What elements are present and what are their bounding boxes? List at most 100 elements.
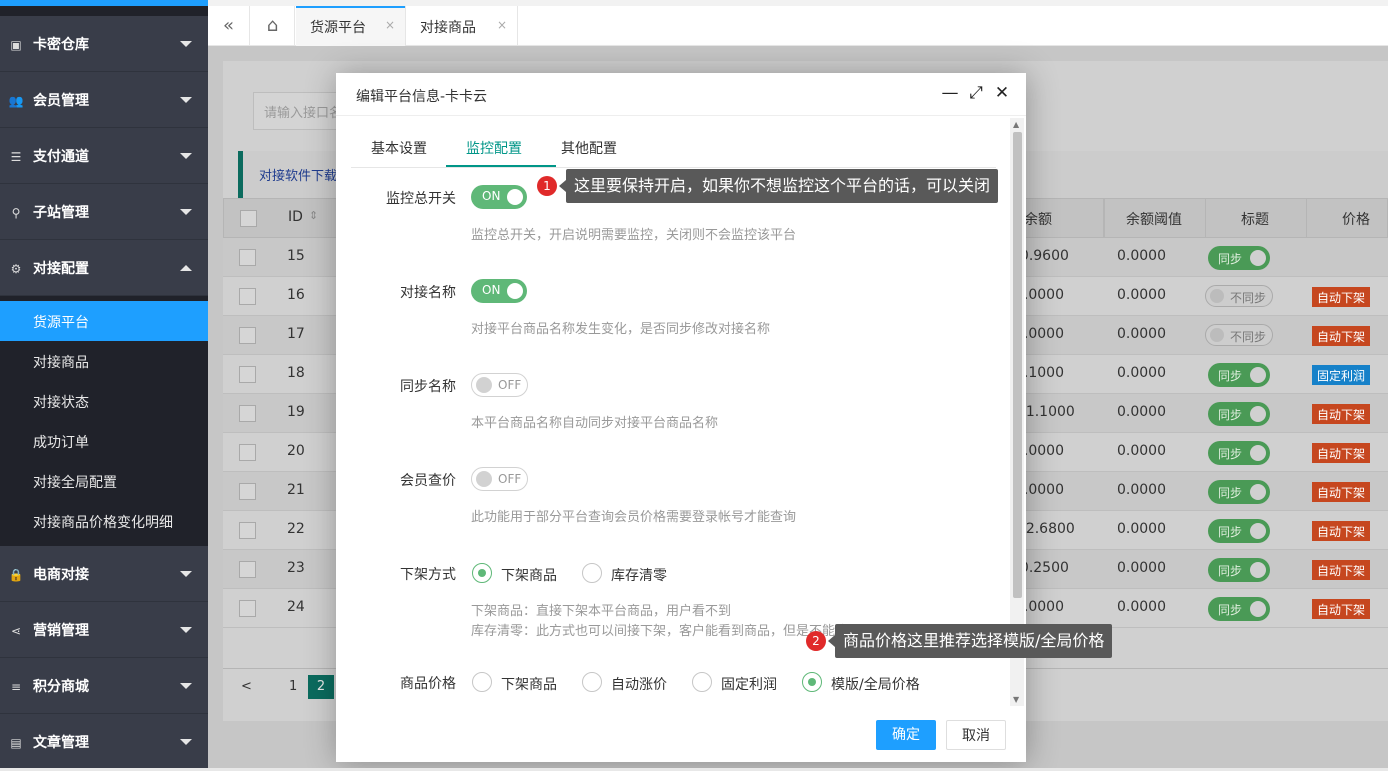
- select-all-checkbox[interactable]: [240, 210, 257, 227]
- radio-label[interactable]: 下架商品: [501, 674, 557, 694]
- toggle-label: 不同步: [1230, 330, 1267, 344]
- collapse-sidebar-button[interactable]: «: [208, 6, 250, 46]
- cell-id: 22: [287, 521, 305, 537]
- annotation-tooltip-1: 这里要保持开启，如果你不想监控这个平台的话，可以关闭: [558, 169, 999, 203]
- page-number-current[interactable]: 2: [308, 675, 334, 699]
- sidebar-group-card-warehouse[interactable]: ▣ 卡密仓库: [0, 16, 208, 72]
- cell-id: 23: [287, 560, 305, 576]
- radio-label[interactable]: 下架商品: [501, 565, 557, 585]
- sync-name-toggle[interactable]: OFF: [471, 373, 528, 397]
- tab-label: 货源平台: [310, 20, 366, 36]
- title-sync-toggle[interactable]: 同步: [1208, 441, 1270, 465]
- title-sync-toggle[interactable]: 同步: [1208, 519, 1270, 543]
- row-checkbox[interactable]: [239, 522, 256, 539]
- title-sync-toggle[interactable]: 同步: [1208, 558, 1270, 582]
- scroll-down-icon[interactable]: ▼: [1013, 695, 1019, 704]
- delist-mode-help: 下架商品：直接下架本平台商品，用户看不到: [471, 604, 732, 619]
- tab-docking-goods[interactable]: 对接商品 ×: [406, 6, 518, 46]
- row-checkbox[interactable]: [239, 249, 256, 266]
- sort-icon[interactable]: ⇕: [309, 209, 318, 222]
- tab-monitor-config[interactable]: 监控配置: [466, 138, 522, 158]
- row-checkbox[interactable]: [239, 288, 256, 305]
- dialog-header: 编辑平台信息-卡卡云 — ⤢ ✕: [336, 73, 1026, 116]
- tab-basic-settings[interactable]: 基本设置: [371, 138, 427, 158]
- sidebar-item-price-change[interactable]: 对接商品价格变化明细: [0, 501, 208, 541]
- title-sync-toggle[interactable]: 同步: [1208, 480, 1270, 504]
- member-price-label: 会员查价: [400, 473, 456, 489]
- close-icon[interactable]: ×: [385, 18, 395, 32]
- title-sync-toggle[interactable]: 同步: [1208, 402, 1270, 426]
- page-number[interactable]: 1: [289, 679, 297, 694]
- dialog-scrollbar[interactable]: ▲ ▼: [1010, 118, 1024, 706]
- sidebar-group-label: 电商对接: [33, 567, 89, 583]
- title-sync-toggle[interactable]: 不同步: [1205, 285, 1273, 307]
- row-checkbox[interactable]: [239, 483, 256, 500]
- sidebar-group-docking-config[interactable]: ⚙ 对接配置: [0, 240, 208, 296]
- sidebar-group-articles[interactable]: ▤ 文章管理: [0, 714, 208, 770]
- sidebar-item-global-config[interactable]: 对接全局配置: [0, 461, 208, 501]
- radio-label[interactable]: 模版/全局价格: [831, 674, 920, 694]
- row-checkbox[interactable]: [239, 366, 256, 383]
- sidebar-group-members[interactable]: 👥 会员管理: [0, 72, 208, 128]
- tab-source-platform[interactable]: 货源平台 ×: [296, 6, 406, 46]
- toggle-state: OFF: [498, 378, 522, 392]
- prev-page-icon[interactable]: <: [241, 679, 252, 694]
- sidebar-group-payment[interactable]: ☰ 支付通道: [0, 128, 208, 184]
- row-checkbox[interactable]: [239, 405, 256, 422]
- sidebar-group-substation[interactable]: ⚲ 子站管理: [0, 184, 208, 240]
- name-switch-help: 对接平台商品名称发生变化，是否同步修改对接名称: [471, 322, 771, 337]
- sidebar-group-label: 子站管理: [33, 205, 89, 221]
- col-id[interactable]: ID: [288, 209, 303, 225]
- member-price-toggle[interactable]: OFF: [471, 467, 528, 491]
- toggle-label: 同步: [1218, 408, 1243, 422]
- sidebar-item-docking-goods[interactable]: 对接商品: [0, 341, 208, 381]
- chevron-down-icon: [180, 683, 192, 689]
- sidebar-item-success-orders[interactable]: 成功订单: [0, 421, 208, 461]
- sidebar-item-source-platform[interactable]: 货源平台: [0, 301, 208, 341]
- delist-mode-radio-zero-stock[interactable]: [582, 563, 602, 583]
- confirm-button[interactable]: 确定: [876, 720, 936, 750]
- close-icon[interactable]: ✕: [992, 83, 1012, 103]
- delist-mode-radio-delist[interactable]: [472, 563, 492, 583]
- radio-label[interactable]: 固定利润: [721, 674, 777, 694]
- price-mode-radio-template[interactable]: [802, 672, 822, 692]
- row-checkbox[interactable]: [239, 561, 256, 578]
- price-mode-radio-fixed-profit[interactable]: [692, 672, 712, 692]
- scrollbar-thumb[interactable]: [1013, 132, 1022, 598]
- price-tag: 自动下架: [1312, 443, 1371, 463]
- sidebar-item-docking-status[interactable]: 对接状态: [0, 381, 208, 421]
- title-sync-toggle[interactable]: 同步: [1208, 246, 1270, 270]
- title-sync-toggle[interactable]: 同步: [1208, 363, 1270, 387]
- row-checkbox[interactable]: [239, 600, 256, 617]
- annotation-badge-2: 2: [806, 631, 826, 651]
- sidebar-group-ecommerce[interactable]: 🔒 电商对接: [0, 546, 208, 602]
- database-icon: ≡: [10, 680, 22, 694]
- price-mode-radio-auto-raise[interactable]: [582, 672, 602, 692]
- price-mode-radio-delist[interactable]: [472, 672, 492, 692]
- monitor-switch-toggle[interactable]: ON: [471, 185, 527, 209]
- title-sync-toggle[interactable]: 同步: [1208, 597, 1270, 621]
- cancel-button[interactable]: 取消: [946, 720, 1006, 750]
- minimize-icon[interactable]: —: [940, 83, 960, 103]
- sidebar-group-marketing[interactable]: ⋖ 营销管理: [0, 602, 208, 658]
- radio-label[interactable]: 自动涨价: [611, 674, 667, 694]
- toggle-label: 同步: [1218, 603, 1243, 617]
- col-title: 标题: [1241, 212, 1269, 228]
- close-icon[interactable]: ×: [497, 18, 507, 32]
- toggle-state: OFF: [498, 472, 522, 486]
- sidebar-group-label: 卡密仓库: [33, 37, 89, 53]
- name-switch-toggle[interactable]: ON: [471, 279, 527, 303]
- maximize-icon[interactable]: ⤢: [966, 83, 986, 103]
- row-checkbox[interactable]: [239, 444, 256, 461]
- scroll-up-icon[interactable]: ▲: [1013, 120, 1019, 129]
- sync-name-help: 本平台商品名称自动同步对接平台商品名称: [471, 416, 719, 431]
- toggle-state: ON: [482, 189, 501, 203]
- row-checkbox[interactable]: [239, 327, 256, 344]
- sidebar-group-points-mall[interactable]: ≡ 积分商城: [0, 658, 208, 714]
- tab-other-config[interactable]: 其他配置: [561, 138, 617, 158]
- notice-link[interactable]: 对接软件下载: [259, 165, 337, 184]
- title-sync-toggle[interactable]: 不同步: [1205, 324, 1273, 346]
- home-tab[interactable]: ⌂: [251, 6, 295, 46]
- radio-label[interactable]: 库存清零: [611, 565, 667, 585]
- price-tag: 固定利润: [1312, 365, 1371, 385]
